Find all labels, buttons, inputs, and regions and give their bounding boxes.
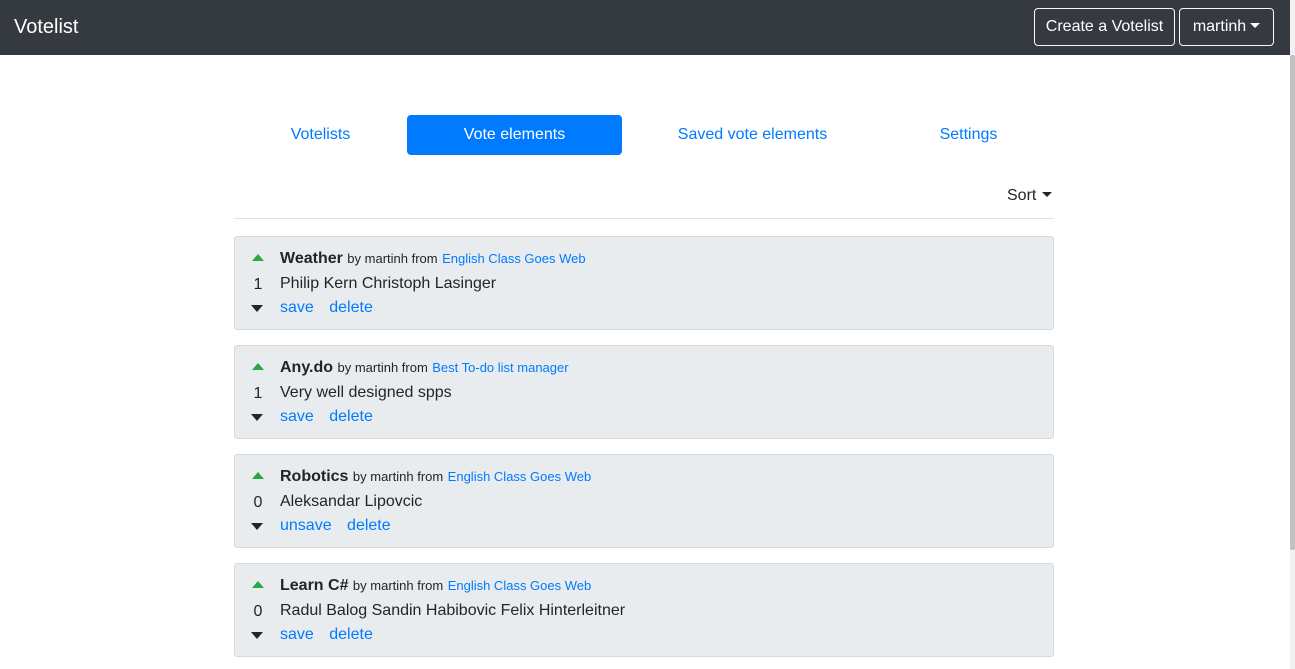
save-link[interactable]: save <box>280 626 314 643</box>
element-heading: Learn C# by martinh from English Class G… <box>280 576 591 596</box>
tab-saved-vote-elements[interactable]: Saved vote elements <box>648 115 857 155</box>
delete-link[interactable]: delete <box>347 517 391 534</box>
element-author: by martinh from <box>347 251 438 266</box>
tab-vote-elements[interactable]: Vote elements <box>407 115 622 155</box>
element-title: Weather <box>280 250 343 267</box>
element-actions: save delete <box>280 407 384 427</box>
tab-votelists[interactable]: Votelists <box>234 115 407 155</box>
element-heading: Robotics by martinh from English Class G… <box>280 467 591 487</box>
unsave-link[interactable]: unsave <box>280 517 332 534</box>
element-title: Any.do <box>280 359 334 376</box>
vote-element-card: 1 Weather by martinh from English Class … <box>234 236 1054 330</box>
element-heading: Any.do by martinh from Best To-do list m… <box>280 358 569 378</box>
chevron-down-icon <box>1042 192 1053 197</box>
downvote-icon[interactable] <box>251 523 263 530</box>
element-source-link[interactable]: English Class Goes Web <box>442 251 586 266</box>
user-menu-label: martinh <box>1192 18 1247 35</box>
element-author: by martinh from <box>337 360 428 375</box>
delete-link[interactable]: delete <box>329 408 373 425</box>
brand-logo[interactable]: Votelist <box>14 15 78 40</box>
element-source-link[interactable]: English Class Goes Web <box>448 469 592 484</box>
vote-score: 1 <box>253 276 263 293</box>
sort-label: Sort <box>1007 187 1037 204</box>
upvote-icon[interactable] <box>252 363 264 370</box>
vote-score: 0 <box>253 494 263 511</box>
element-author: by martinh from <box>352 469 444 484</box>
upvote-icon[interactable] <box>252 472 264 479</box>
element-actions: unsave delete <box>280 516 402 536</box>
scrollbar-thumb[interactable] <box>1290 55 1295 550</box>
element-actions: save delete <box>280 625 384 645</box>
upvote-icon[interactable] <box>252 254 264 261</box>
vote-element-card: 0 Learn C# by martinh from English Class… <box>234 563 1054 657</box>
vote-element-card: 0 Robotics by martinh from English Class… <box>234 454 1054 548</box>
sort-dropdown[interactable]: Sort <box>1007 186 1053 206</box>
upvote-icon[interactable] <box>252 581 264 588</box>
element-source-link[interactable]: Best To-do list manager <box>432 360 568 375</box>
downvote-icon[interactable] <box>251 632 263 639</box>
element-source-link[interactable]: English Class Goes Web <box>448 578 592 593</box>
vote-score: 0 <box>253 603 263 620</box>
element-description: Very well designed spps <box>280 384 452 401</box>
downvote-icon[interactable] <box>251 305 263 312</box>
save-link[interactable]: save <box>280 299 314 316</box>
element-author: by martinh from <box>352 578 444 593</box>
chevron-down-icon <box>1250 23 1261 28</box>
delete-link[interactable]: delete <box>329 299 373 316</box>
divider <box>234 218 1054 219</box>
tab-bar: Votelists Vote elements Saved vote eleme… <box>234 115 1054 155</box>
user-menu-button[interactable]: martinh <box>1179 8 1274 46</box>
create-votelist-button[interactable]: Create a Votelist <box>1034 8 1175 46</box>
element-title: Robotics <box>280 468 349 485</box>
vote-element-card: 1 Any.do by martinh from Best To-do list… <box>234 345 1054 439</box>
navbar: Votelist Create a Votelist martinh <box>0 0 1290 55</box>
element-description: Radul Balog Sandin Habibovic Felix Hinte… <box>280 602 626 619</box>
element-description: Philip Kern Christoph Lasinger <box>280 275 497 292</box>
delete-link[interactable]: delete <box>329 626 373 643</box>
element-description: Aleksandar Lipovcic <box>280 493 423 510</box>
element-actions: save delete <box>280 298 384 318</box>
downvote-icon[interactable] <box>251 414 263 421</box>
element-title: Learn C# <box>280 577 349 594</box>
vote-score: 1 <box>253 385 263 402</box>
element-heading: Weather by martinh from English Class Go… <box>280 249 586 269</box>
tab-settings[interactable]: Settings <box>883 115 1054 155</box>
save-link[interactable]: save <box>280 408 314 425</box>
